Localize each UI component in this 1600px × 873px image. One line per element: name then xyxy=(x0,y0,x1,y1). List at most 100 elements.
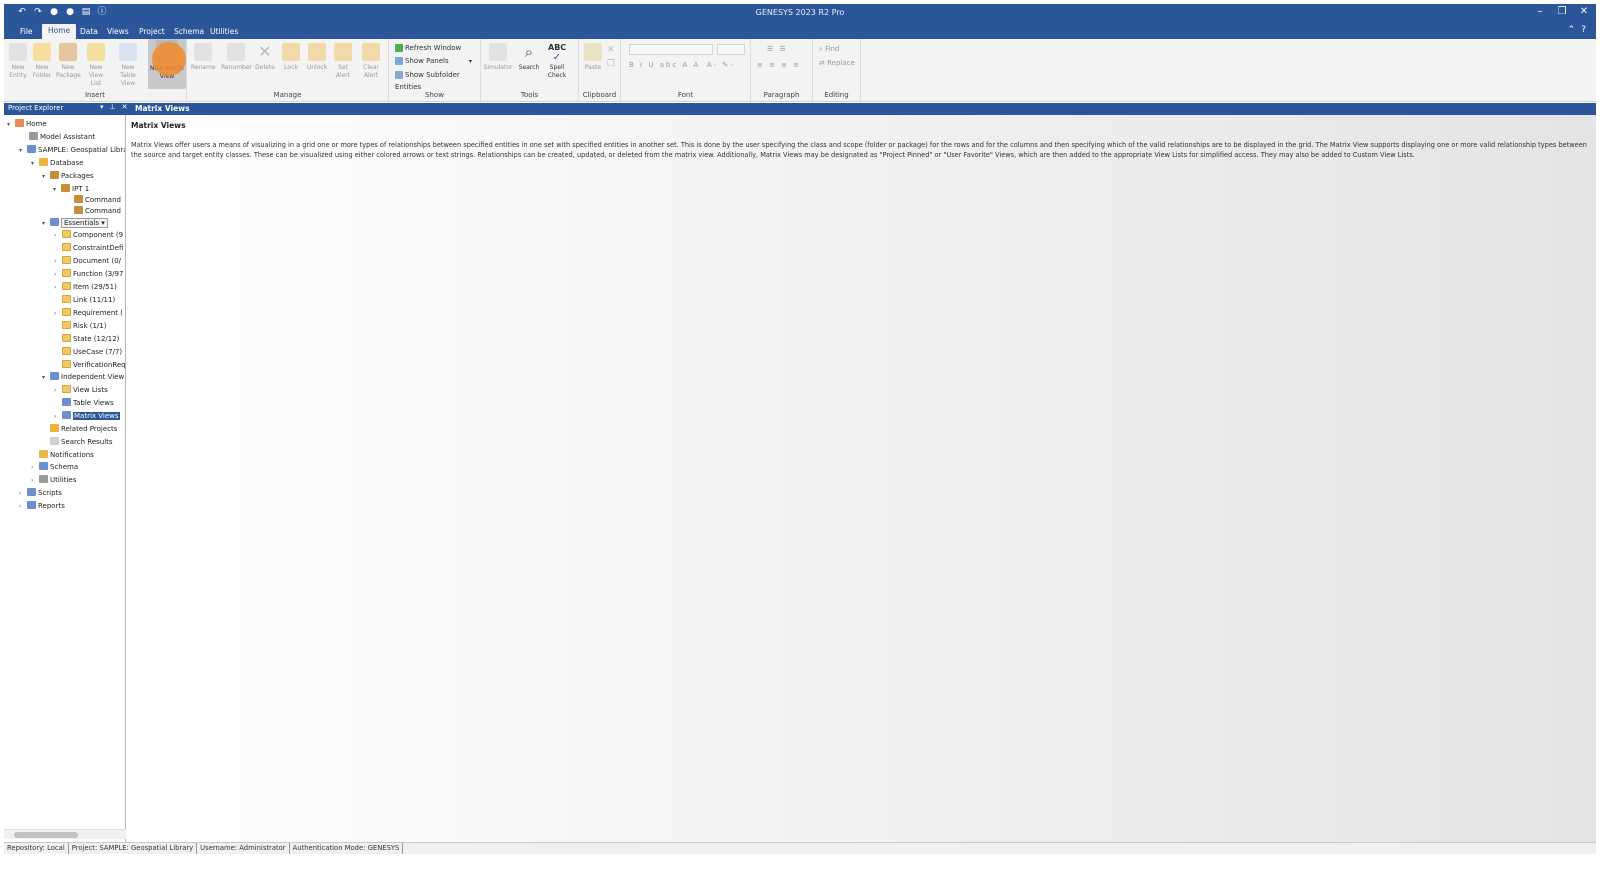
align-icons[interactable]: ≡ ≡ ≡ ≡ xyxy=(757,61,801,69)
lock-button[interactable]: Lock xyxy=(279,42,303,72)
new-entity-button[interactable]: New Entity xyxy=(6,42,30,80)
tree-item-model-assistant[interactable]: Model Assistant xyxy=(21,131,95,143)
new-package-button[interactable]: New Package xyxy=(56,42,81,80)
tab-utilities[interactable]: Utilities xyxy=(204,25,244,39)
tree-item-command-2[interactable]: Command xyxy=(74,205,121,217)
show-panels-button[interactable]: Show Panels ▾ xyxy=(395,55,472,67)
tree-item-independent-views[interactable]: ▾ Independent View xyxy=(42,371,124,383)
tree-item-matrix-views[interactable]: › Matrix Views xyxy=(54,410,120,422)
tree-item-risk[interactable]: Risk (1/1) xyxy=(62,320,106,332)
restore-icon[interactable]: ❐ xyxy=(1556,6,1568,17)
tree-item-document[interactable]: › Document (0/ xyxy=(54,255,121,267)
cut-icon[interactable]: ✕ xyxy=(607,45,615,55)
find-button[interactable]: ⌕ Find xyxy=(819,45,840,54)
tree-item-notifications[interactable]: Notifications xyxy=(39,449,94,461)
tree-item-constraintdef[interactable]: ConstraintDefi xyxy=(62,242,123,254)
tree-item-view-lists[interactable]: › View Lists xyxy=(54,384,108,396)
replace-button[interactable]: ⇄ Replace xyxy=(819,59,855,67)
folder-icon xyxy=(62,282,71,290)
pin-icon[interactable]: ⊥ xyxy=(110,103,116,111)
spell-check-icon: ABC ✓ xyxy=(548,43,567,63)
paste-button[interactable]: Paste xyxy=(581,42,605,72)
tab-data[interactable]: Data xyxy=(74,25,104,39)
bell-icon xyxy=(39,450,48,458)
help-icon[interactable]: ? xyxy=(1581,25,1586,35)
schema-icon xyxy=(39,462,48,470)
tree-item-requirement[interactable]: › Requirement ( xyxy=(54,307,123,319)
simulator-button[interactable]: Simulator xyxy=(483,42,513,72)
tree-item-schema[interactable]: › Schema xyxy=(31,461,78,473)
tree-item-verificationreq[interactable]: VerificationReq xyxy=(62,359,125,371)
lock-icon xyxy=(282,43,300,61)
tree-item-state[interactable]: State (12/12) xyxy=(62,333,119,345)
tree-item-utilities[interactable]: › Utilities xyxy=(31,474,76,486)
list-icons[interactable]: ☰ ☰ xyxy=(767,45,788,53)
new-view-list-button[interactable]: New View List xyxy=(84,42,108,88)
tree-item-essentials[interactable]: ▾ Essentials ▾ xyxy=(42,217,108,229)
project-explorer: ▾ Home Model Assistant ▾ SAMPLE: Geospatia… xyxy=(4,115,126,842)
rename-icon xyxy=(194,43,212,61)
new-table-view-button[interactable]: New Table View xyxy=(116,42,140,88)
set-alert-button[interactable]: Set Alert xyxy=(331,42,355,80)
tree-item-item[interactable]: › Item (29/51) xyxy=(54,281,117,293)
search-icon: ⌕ xyxy=(524,43,534,61)
scrollbar-thumb[interactable] xyxy=(14,832,78,838)
font-format-icons[interactable]: B I U abc A A xyxy=(629,61,700,69)
tree-item-scripts[interactable]: › Scripts xyxy=(19,487,62,499)
tree-item-link[interactable]: Link (11/11) xyxy=(62,294,115,306)
explorer-horizontal-scrollbar[interactable] xyxy=(4,829,126,839)
tree-item-table-views[interactable]: Table Views xyxy=(62,397,114,409)
unlock-button[interactable]: Unlock xyxy=(305,42,329,72)
folder-icon xyxy=(62,269,71,277)
panels-icon xyxy=(395,57,403,65)
minimize-icon[interactable]: – xyxy=(1534,6,1546,17)
search-button[interactable]: ⌕ Search xyxy=(517,42,541,72)
tree-item-project[interactable]: ▾ SAMPLE: Geospatial Libra xyxy=(19,144,125,156)
tree-item-component[interactable]: › Component (9 xyxy=(54,229,123,241)
tree-item-usecase[interactable]: UseCase (7/7) xyxy=(62,346,122,358)
unlock-icon xyxy=(308,43,326,61)
delete-button[interactable]: ✕ Delete xyxy=(253,42,277,72)
clear-alert-button[interactable]: Clear Alert xyxy=(359,42,383,80)
rename-button[interactable]: Rename xyxy=(191,42,216,72)
clipboard-group-label: Clipboard xyxy=(582,91,617,99)
spell-check-button[interactable]: ABC ✓ Spell Check xyxy=(545,42,569,80)
tree-item-database[interactable]: ▾ Database xyxy=(31,157,83,169)
tree-item-home[interactable]: ▾ Home xyxy=(7,118,47,130)
tree-item-search-results[interactable]: Search Results xyxy=(50,436,113,448)
table-icon xyxy=(119,43,137,61)
pin-ribbon-icon[interactable]: ⌃ xyxy=(1568,25,1576,35)
refresh-window-button[interactable]: Refresh Window xyxy=(395,42,461,54)
delete-icon: ✕ xyxy=(258,42,272,61)
tab-home[interactable]: Home xyxy=(42,24,77,39)
close-icon[interactable]: ✕ xyxy=(1578,6,1590,17)
tree-item-related-projects[interactable]: Related Projects xyxy=(50,423,117,435)
page-title: Matrix Views xyxy=(131,121,186,130)
chevron-down-icon[interactable]: ▾ xyxy=(101,219,105,227)
status-project: Project: SAMPLE: Geospatial Library xyxy=(69,843,198,854)
explorer-title: Project Explorer xyxy=(8,104,64,112)
tab-views[interactable]: Views xyxy=(101,25,135,39)
database-icon xyxy=(39,158,48,166)
scripts-icon xyxy=(27,488,36,496)
tree-item-packages[interactable]: ▾ Packages xyxy=(42,170,94,182)
main-content-panel: Matrix Views Matrix Views offer users a … xyxy=(127,115,1596,842)
renumber-button[interactable]: Renumber xyxy=(221,42,252,72)
tree-item-function[interactable]: › Function (3/97 xyxy=(54,268,123,280)
font-family-select[interactable] xyxy=(629,44,713,55)
copy-icon[interactable]: ❐ xyxy=(607,59,615,69)
refresh-icon xyxy=(395,44,403,52)
tab-project[interactable]: Project xyxy=(133,25,171,39)
package-icon xyxy=(74,195,83,203)
new-folder-button[interactable]: New Folder xyxy=(30,42,54,80)
tree-item-reports[interactable]: › Reports xyxy=(19,500,65,512)
assistant-icon xyxy=(29,132,38,140)
home-icon xyxy=(15,119,24,127)
tab-file[interactable]: File xyxy=(14,25,39,39)
close-panel-icon[interactable]: ✕ xyxy=(122,103,128,111)
folder-icon xyxy=(62,295,71,303)
dropdown-icon[interactable]: ▾ xyxy=(100,103,104,111)
show-subfolder-entities-button[interactable]: Show Subfolder Entities xyxy=(395,69,480,91)
font-color-icons[interactable]: A· ✎· xyxy=(707,61,734,69)
font-size-select[interactable] xyxy=(717,44,745,55)
